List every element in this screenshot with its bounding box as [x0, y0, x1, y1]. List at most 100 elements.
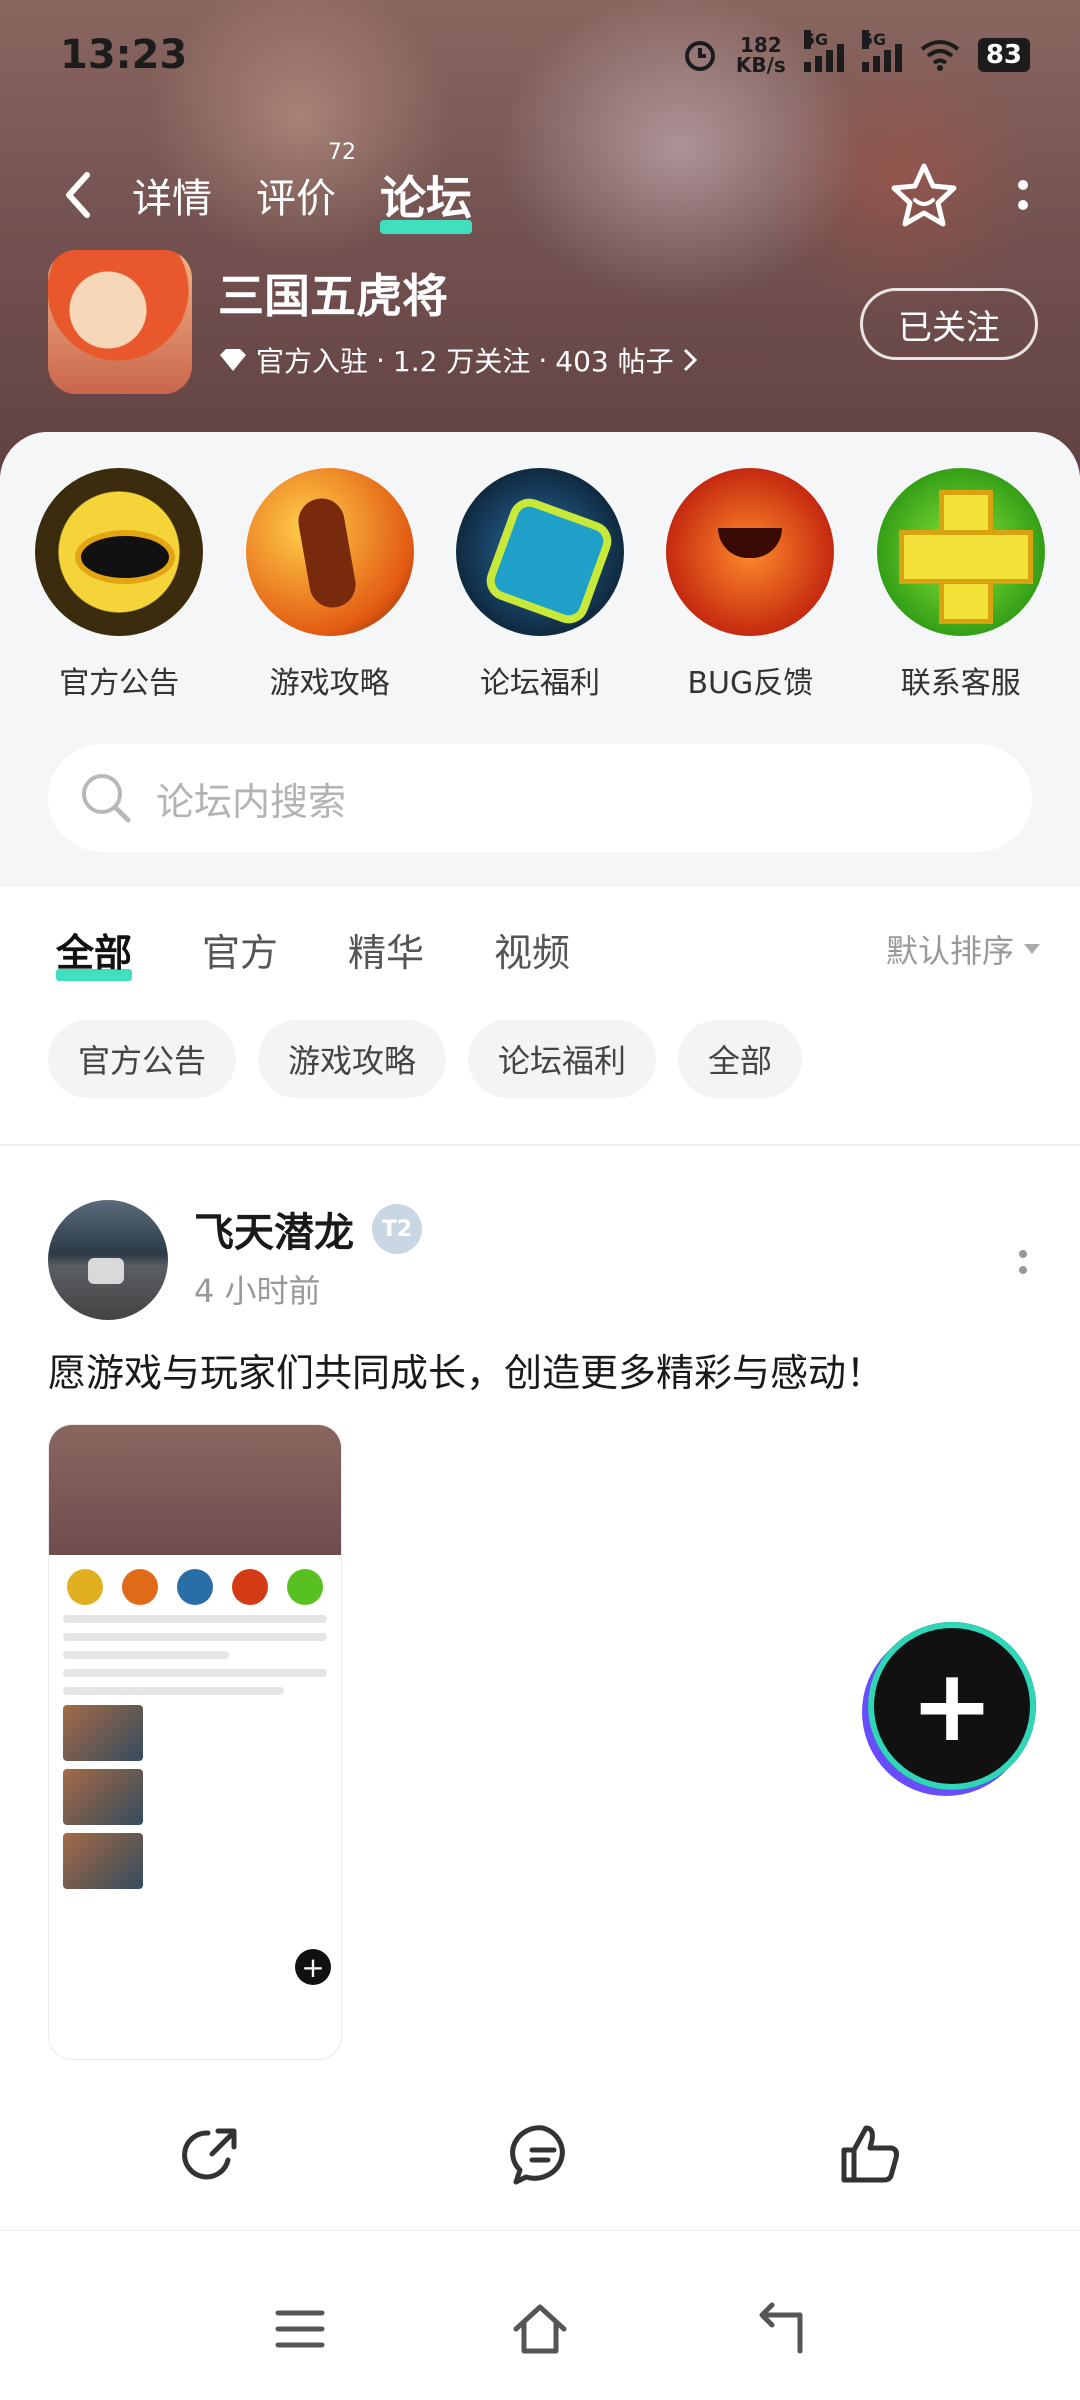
back-button[interactable]: [48, 165, 108, 225]
post-image-screenshot[interactable]: +: [48, 1424, 342, 2060]
quick-entry-guides[interactable]: 游戏攻略: [240, 468, 420, 702]
tab-featured[interactable]: 精华: [348, 922, 424, 977]
search-icon: [82, 774, 131, 823]
tab-forum[interactable]: 论坛: [380, 162, 472, 234]
dot: [1019, 1250, 1027, 1258]
dot: [1019, 1266, 1027, 1274]
triangle-down-icon: [1024, 944, 1040, 954]
separator: ·: [538, 343, 548, 377]
reviews-count-badge: 72: [328, 140, 356, 165]
mini-thumb: [63, 1769, 143, 1825]
more-options-button[interactable]: [1008, 170, 1038, 220]
back-arrow-icon: [759, 2302, 803, 2354]
game-icon[interactable]: [48, 250, 192, 394]
level-badge: T2: [372, 1204, 422, 1254]
mini-dot: [176, 1569, 213, 1605]
quick-entry-bug-report[interactable]: BUG反馈: [660, 468, 840, 702]
signal-icon: 5G: [803, 30, 844, 72]
followers-count: 1.2 万关注: [392, 345, 531, 378]
signal-icon-2: 5G: [861, 30, 902, 72]
dot: [1018, 180, 1028, 190]
sort-dropdown[interactable]: 默认排序: [886, 926, 1040, 972]
star-face-icon: [891, 163, 957, 227]
menu-button[interactable]: [270, 2299, 330, 2359]
status-bar: 13:23 182 KB/s 5G 5G 83: [0, 0, 1080, 110]
follow-button[interactable]: 已关注: [860, 288, 1038, 360]
tab-all[interactable]: 全部: [56, 922, 133, 981]
favorite-button[interactable]: [888, 160, 960, 232]
plus-icon: +: [910, 1647, 994, 1764]
quick-entry-support[interactable]: 联系客服: [871, 468, 1051, 702]
share-button[interactable]: [176, 2120, 246, 2190]
menu-icon: [275, 2310, 325, 2348]
chip-announcements[interactable]: 官方公告: [48, 1020, 237, 1098]
posts-count: 403 帖子: [555, 345, 674, 378]
back-nav-button[interactable]: [750, 2299, 810, 2359]
wifi-icon: [920, 40, 960, 71]
tab-reviews-label: 评价: [256, 176, 336, 222]
status-time: 13:23: [60, 32, 188, 78]
dot: [1018, 200, 1028, 210]
mini-dot: [232, 1569, 269, 1605]
home-icon: [513, 2304, 567, 2354]
game-meta[interactable]: 官方入驻 · 1.2 万关注 · 403 帖子: [218, 340, 698, 380]
quick-entry-label: BUG反馈: [687, 666, 814, 701]
mini-line: [63, 1633, 327, 1641]
pumpkin-icon: [666, 468, 835, 636]
mini-dot: [287, 1569, 324, 1605]
create-post-button[interactable]: +: [868, 1622, 1036, 1790]
comment-icon: [510, 2125, 565, 2185]
battery-indicator: 83: [977, 38, 1030, 72]
alarm-icon: [684, 41, 715, 71]
quick-entry-area: 官方公告 游戏攻略 论坛福利 BUG反馈 联系客服 论坛内搜索: [0, 432, 1080, 887]
top-nav: 详情 评价 72 论坛: [0, 140, 1080, 240]
post-time: 4 小时前: [194, 1272, 321, 1310]
quick-entry-label: 游戏攻略: [269, 666, 390, 701]
mini-thumb: [63, 1833, 143, 1889]
quick-entry-benefits[interactable]: 论坛福利: [450, 468, 630, 702]
mini-thumb: [63, 1705, 143, 1761]
quick-entry-label: 官方公告: [59, 666, 180, 701]
quick-entries: 官方公告 游戏攻略 论坛福利 BUG反馈 联系客服: [0, 468, 1080, 702]
chip-all[interactable]: 全部: [678, 1020, 803, 1098]
share-icon: [182, 2128, 237, 2180]
like-button[interactable]: [836, 2120, 906, 2190]
tab-reviews[interactable]: 评价 72: [256, 140, 356, 224]
diamond-icon: [220, 349, 246, 371]
mini-dot: [121, 1569, 158, 1605]
eye-icon: [35, 468, 204, 636]
category-chips: 官方公告 游戏攻略 论坛福利 全部: [48, 1020, 803, 1098]
game-title: 三国五虎将: [218, 269, 448, 323]
mini-line: [63, 1651, 229, 1659]
forum-search-input[interactable]: 论坛内搜索: [48, 744, 1032, 852]
author-name[interactable]: 飞天潜龙: [194, 1200, 354, 1258]
quick-entry-announcements[interactable]: 官方公告: [29, 468, 209, 702]
system-nav-bar: [0, 2230, 1080, 2400]
comment-button[interactable]: [508, 2120, 578, 2190]
mini-line: [63, 1669, 327, 1677]
tab-official[interactable]: 官方: [202, 922, 278, 977]
divider: [0, 1144, 1080, 1146]
mini-body: [49, 1555, 341, 1905]
status-icons: 182 KB/s 5G 5G 83: [682, 30, 1030, 77]
strategy-icon: [245, 468, 414, 636]
tab-video[interactable]: 视频: [494, 922, 570, 977]
mini-dot: [66, 1569, 103, 1605]
post-text[interactable]: 愿游戏与玩家们共同成长，创造更多精彩与感动！: [48, 1342, 884, 1397]
quick-entry-label: 论坛福利: [479, 666, 600, 701]
home-button[interactable]: [510, 2299, 570, 2359]
plus-cross-icon: [876, 468, 1045, 636]
official-label: 官方入驻: [256, 345, 369, 378]
tab-details[interactable]: 详情: [132, 166, 212, 224]
search-placeholder: 论坛内搜索: [156, 779, 347, 824]
post-header: 飞天潜龙 T2 4 小时前: [48, 1190, 1038, 1320]
chip-guides[interactable]: 游戏攻略: [258, 1020, 447, 1098]
thumbs-up-icon: [841, 2125, 899, 2183]
net-speed: 182 KB/s: [735, 33, 786, 77]
avatar[interactable]: [48, 1200, 168, 1320]
chevron-left-icon: [66, 172, 90, 218]
separator: ·: [376, 343, 385, 377]
quick-entry-label: 联系客服: [900, 666, 1021, 701]
chip-benefits[interactable]: 论坛福利: [468, 1020, 657, 1098]
post-more-button[interactable]: [1008, 1250, 1038, 1290]
